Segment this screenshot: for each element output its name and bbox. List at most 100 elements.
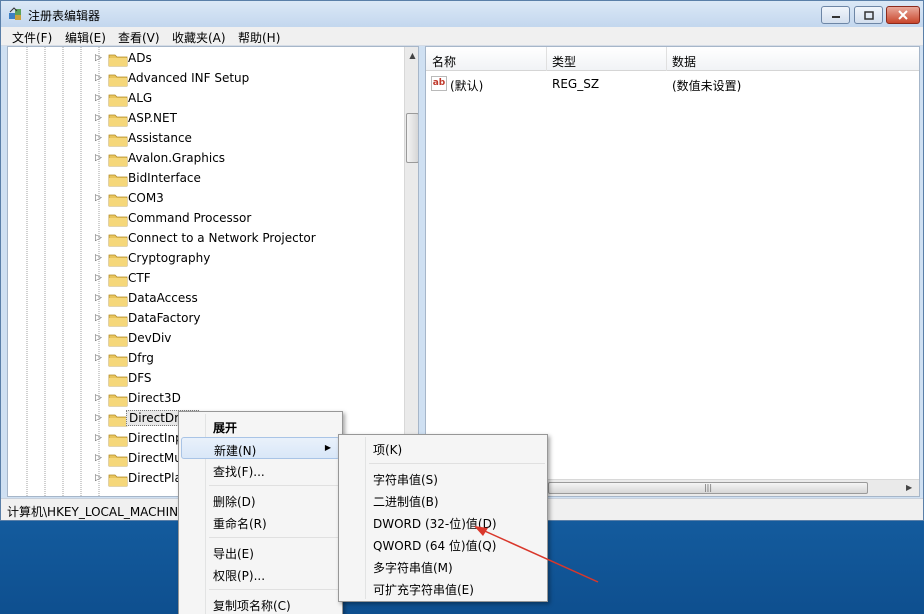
- expand-arrow-icon[interactable]: ▷: [95, 133, 102, 143]
- expand-arrow-icon[interactable]: ▷: [95, 293, 102, 303]
- tree-item[interactable]: BidInterface: [8, 169, 408, 189]
- submenu-item-qword-value[interactable]: QWORD (64 位)值(Q): [341, 533, 545, 555]
- tree-item[interactable]: ▷ Direct3D: [8, 389, 408, 409]
- menu-item-label: QWORD (64 位)值(Q): [373, 539, 497, 553]
- minimize-button[interactable]: [821, 6, 850, 24]
- expand-arrow-icon[interactable]: ▷: [95, 53, 102, 63]
- tree-item[interactable]: ▷ Avalon.Graphics: [8, 149, 408, 169]
- expand-arrow-icon[interactable]: ▷: [95, 433, 102, 443]
- menu-favorites[interactable]: 收藏夹(A): [172, 29, 226, 46]
- tree-item[interactable]: ▷ Advanced INF Setup: [8, 69, 408, 89]
- tree-item[interactable]: ▷ Connect to a Network Projector: [8, 229, 408, 249]
- scroll-thumb[interactable]: |||: [548, 482, 868, 494]
- tree-item[interactable]: ▷ DevDiv: [8, 329, 408, 349]
- tree-item[interactable]: ▷ Assistance: [8, 129, 408, 149]
- expand-arrow-icon[interactable]: ▷: [95, 473, 102, 483]
- menu-item-label: 新建(N): [214, 444, 257, 458]
- expand-arrow-icon[interactable]: ▷: [95, 73, 102, 83]
- column-divider[interactable]: [546, 47, 547, 71]
- column-type-header[interactable]: 类型: [552, 53, 576, 70]
- menu-separator: [369, 463, 545, 464]
- menu-item-find[interactable]: 查找(F)...: [181, 459, 340, 481]
- folder-icon: [108, 374, 128, 387]
- table-row[interactable]: ab (默认) REG_SZ (数值未设置): [426, 74, 919, 94]
- maximize-button[interactable]: [854, 6, 883, 24]
- scroll-thumb[interactable]: [406, 113, 418, 163]
- expand-arrow-icon[interactable]: ▷: [95, 333, 102, 343]
- menu-help[interactable]: 帮助(H): [238, 29, 280, 46]
- menu-view[interactable]: 查看(V): [118, 29, 160, 46]
- column-name-header[interactable]: 名称: [432, 53, 456, 70]
- tree-item-label: BidInterface: [128, 171, 201, 185]
- expand-arrow-icon[interactable]: ▷: [95, 113, 102, 123]
- column-divider[interactable]: [666, 47, 667, 71]
- tree-item-label: DFS: [128, 371, 152, 385]
- status-path: 计算机\HKEY_LOCAL_MACHIN: [7, 505, 179, 519]
- expand-arrow-icon[interactable]: ▷: [95, 453, 102, 463]
- menu-item-rename[interactable]: 重命名(R): [181, 511, 340, 533]
- folder-icon: [108, 434, 128, 447]
- menu-item-delete[interactable]: 删除(D): [181, 489, 340, 511]
- values-list-pane[interactable]: 名称 类型 数据 ab (默认) REG_SZ (数值未设置) ||| ▶: [425, 46, 920, 497]
- folder-icon: [108, 414, 128, 427]
- submenu-item-multi-string-value[interactable]: 多字符串值(M): [341, 555, 545, 577]
- tree-item[interactable]: ▷ ADs: [8, 49, 408, 69]
- submenu-item-dword-value[interactable]: DWORD (32-位)值(D): [341, 511, 545, 533]
- expand-arrow-icon[interactable]: ▷: [95, 393, 102, 403]
- folder-icon: [108, 454, 128, 467]
- expand-arrow-icon[interactable]: ▷: [95, 233, 102, 243]
- tree-item[interactable]: ▷ ALG: [8, 89, 408, 109]
- menu-separator: [209, 589, 339, 590]
- menu-separator: [209, 485, 339, 486]
- title-bar[interactable]: 注册表编辑器: [1, 1, 923, 27]
- menu-item-new[interactable]: 新建(N) ▶: [181, 437, 340, 459]
- tree-item[interactable]: ▷ CTF: [8, 269, 408, 289]
- menu-item-label: 复制项名称(C): [213, 599, 291, 613]
- value-name: (默认): [450, 79, 484, 93]
- menu-item-label: 重命名(R): [213, 517, 267, 531]
- expand-arrow-icon[interactable]: ▷: [95, 413, 102, 423]
- menu-item-label: 多字符串值(M): [373, 561, 453, 575]
- menu-bar: 文件(F) 编辑(E) 查看(V) 收藏夹(A) 帮助(H): [1, 27, 923, 46]
- tree-item-label: ALG: [128, 91, 153, 105]
- expand-arrow-icon[interactable]: ▷: [95, 253, 102, 263]
- tree-item-label: CTF: [128, 271, 151, 285]
- tree-item[interactable]: ▷ DataFactory: [8, 309, 408, 329]
- expand-arrow-icon[interactable]: ▷: [95, 153, 102, 163]
- tree-vertical-scrollbar[interactable]: ▲ ▼: [404, 47, 418, 496]
- tree-item[interactable]: ▷ COM3: [8, 189, 408, 209]
- submenu-item-expandable-string-value[interactable]: 可扩充字符串值(E): [341, 577, 545, 599]
- folder-icon: [108, 354, 128, 367]
- scroll-right-icon[interactable]: ▶: [906, 483, 912, 492]
- scroll-up-icon[interactable]: ▲: [407, 50, 418, 61]
- tree-item[interactable]: ▷ Dfrg: [8, 349, 408, 369]
- folder-icon: [108, 74, 128, 87]
- menu-item-permissions[interactable]: 权限(P)...: [181, 563, 340, 585]
- expand-arrow-icon[interactable]: ▷: [95, 193, 102, 203]
- submenu-item-binary-value[interactable]: 二进制值(B): [341, 489, 545, 511]
- folder-icon: [108, 194, 128, 207]
- menu-edit[interactable]: 编辑(E): [65, 29, 106, 46]
- expand-arrow-icon[interactable]: ▷: [95, 93, 102, 103]
- tree-item[interactable]: DFS: [8, 369, 408, 389]
- tree-item[interactable]: ▷ Cryptography: [8, 249, 408, 269]
- menu-item-export[interactable]: 导出(E): [181, 541, 340, 563]
- expand-arrow-icon[interactable]: ▷: [95, 353, 102, 363]
- close-button[interactable]: [886, 6, 920, 24]
- menu-item-label: 删除(D): [213, 495, 256, 509]
- menu-item-label: 展开: [213, 421, 238, 435]
- menu-item-expand[interactable]: 展开: [181, 415, 340, 437]
- menu-item-label: 字符串值(S): [373, 473, 438, 487]
- menu-item-copy-key-name[interactable]: 复制项名称(C): [181, 593, 340, 614]
- tree-item[interactable]: ▷ DataAccess: [8, 289, 408, 309]
- expand-arrow-icon[interactable]: ▷: [95, 313, 102, 323]
- expand-arrow-icon[interactable]: ▷: [95, 273, 102, 283]
- menu-item-label: 权限(P)...: [213, 569, 266, 583]
- tree-item[interactable]: Command Processor: [8, 209, 408, 229]
- submenu-item-key[interactable]: 项(K): [341, 437, 545, 459]
- submenu-item-string-value[interactable]: 字符串值(S): [341, 467, 545, 489]
- menu-file[interactable]: 文件(F): [12, 29, 52, 46]
- tree-item[interactable]: ▷ ASP.NET: [8, 109, 408, 129]
- folder-icon: [108, 234, 128, 247]
- column-data-header[interactable]: 数据: [672, 53, 696, 70]
